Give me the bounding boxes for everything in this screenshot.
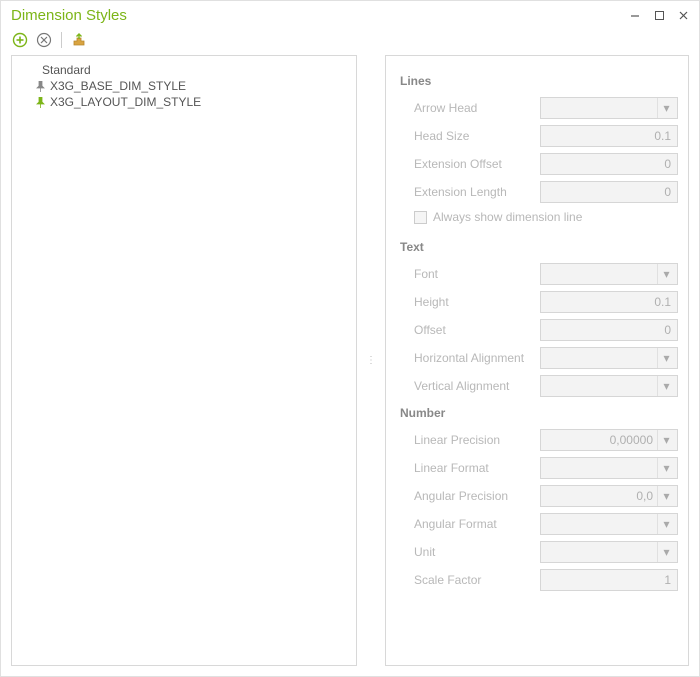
prop-angular-precision: Angular Precision 0,0▾ xyxy=(396,482,678,510)
extension-length-field[interactable]: 0 xyxy=(540,181,678,203)
prop-label: Linear Format xyxy=(414,461,532,475)
chevron-down-icon: ▾ xyxy=(657,542,675,562)
prop-label: Extension Offset xyxy=(414,157,532,171)
close-button[interactable] xyxy=(679,11,689,21)
delete-button[interactable] xyxy=(35,31,53,49)
h-align-dropdown[interactable]: ▾ xyxy=(540,347,678,369)
window-title: Dimension Styles xyxy=(11,7,127,24)
prop-label: Unit xyxy=(414,545,532,559)
always-show-checkbox[interactable] xyxy=(414,211,427,224)
prop-label: Vertical Alignment xyxy=(414,379,532,393)
prop-extension-length: Extension Length 0 xyxy=(396,178,678,206)
extension-offset-field[interactable]: 0 xyxy=(540,153,678,175)
pin-icon xyxy=(34,96,46,108)
section-header-text: Text xyxy=(396,234,678,260)
maximize-button[interactable] xyxy=(655,11,665,21)
scale-factor-field[interactable]: 1 xyxy=(540,569,678,591)
prop-label: Angular Format xyxy=(414,517,532,531)
prop-label: Horizontal Alignment xyxy=(414,351,532,365)
height-field[interactable]: 0.1 xyxy=(540,291,678,313)
prop-height: Height 0.1 xyxy=(396,288,678,316)
prop-extension-offset: Extension Offset 0 xyxy=(396,150,678,178)
add-button[interactable] xyxy=(11,31,29,49)
angular-precision-dropdown[interactable]: 0,0▾ xyxy=(540,485,678,507)
chevron-down-icon: ▾ xyxy=(657,348,675,368)
linear-precision-dropdown[interactable]: 0,00000▾ xyxy=(540,429,678,451)
prop-label: Head Size xyxy=(414,129,532,143)
properties-panel: Lines Arrow Head ▾ Head Size 0.1 Extensi… xyxy=(385,55,689,666)
prop-label: Scale Factor xyxy=(414,573,532,587)
prop-offset: Offset 0 xyxy=(396,316,678,344)
prop-head-size: Head Size 0.1 xyxy=(396,122,678,150)
chevron-down-icon: ▾ xyxy=(657,514,675,534)
prop-label: Height xyxy=(414,295,532,309)
tree-item-base-dim-style[interactable]: X3G_BASE_DIM_STYLE xyxy=(12,78,356,94)
tree-item-label: X3G_BASE_DIM_STYLE xyxy=(50,79,186,93)
prop-label: Angular Precision xyxy=(414,489,532,503)
prop-angular-format: Angular Format ▾ xyxy=(396,510,678,538)
linear-format-dropdown[interactable]: ▾ xyxy=(540,457,678,479)
prop-v-align: Vertical Alignment ▾ xyxy=(396,372,678,400)
styles-tree-panel: Standard X3G_BASE_DIM_STYLE X3G_LAYOUT_D… xyxy=(11,55,357,666)
prop-label: Extension Length xyxy=(414,185,532,199)
panel-splitter[interactable]: ⋮ xyxy=(369,55,373,666)
pin-icon xyxy=(34,80,46,92)
minimize-button[interactable] xyxy=(631,11,641,21)
prop-label: Font xyxy=(414,267,532,281)
prop-linear-format: Linear Format ▾ xyxy=(396,454,678,482)
unit-dropdown[interactable]: ▾ xyxy=(540,541,678,563)
window-controls xyxy=(631,11,689,21)
prop-h-align: Horizontal Alignment ▾ xyxy=(396,344,678,372)
tree-root-standard[interactable]: Standard xyxy=(12,62,356,78)
prop-scale-factor: Scale Factor 1 xyxy=(396,566,678,594)
angular-format-dropdown[interactable]: ▾ xyxy=(540,513,678,535)
prop-unit: Unit ▾ xyxy=(396,538,678,566)
toolbar-separator xyxy=(61,32,62,48)
section-header-number: Number xyxy=(396,400,678,426)
tree-item-label: X3G_LAYOUT_DIM_STYLE xyxy=(50,95,201,109)
prop-always-show: Always show dimension line xyxy=(396,206,678,234)
content-area: Standard X3G_BASE_DIM_STYLE X3G_LAYOUT_D… xyxy=(1,55,699,676)
import-button[interactable] xyxy=(70,31,88,49)
prop-linear-precision: Linear Precision 0,00000▾ xyxy=(396,426,678,454)
chevron-down-icon: ▾ xyxy=(657,430,675,450)
prop-font: Font ▾ xyxy=(396,260,678,288)
head-size-field[interactable]: 0.1 xyxy=(540,125,678,147)
prop-label: Linear Precision xyxy=(414,433,532,447)
prop-label: Arrow Head xyxy=(414,101,532,115)
prop-arrow-head: Arrow Head ▾ xyxy=(396,94,678,122)
chevron-down-icon: ▾ xyxy=(657,458,675,478)
arrow-head-dropdown[interactable]: ▾ xyxy=(540,97,678,119)
chevron-down-icon: ▾ xyxy=(657,376,675,396)
dimension-styles-window: Dimension Styles Standard X3G_BASE_DIM_S… xyxy=(0,0,700,677)
tree-item-layout-dim-style[interactable]: X3G_LAYOUT_DIM_STYLE xyxy=(12,94,356,110)
toolbar xyxy=(1,28,699,55)
checkbox-label: Always show dimension line xyxy=(433,210,582,224)
chevron-down-icon: ▾ xyxy=(657,264,675,284)
tree-root-label: Standard xyxy=(42,63,91,77)
prop-label: Offset xyxy=(414,323,532,337)
offset-field[interactable]: 0 xyxy=(540,319,678,341)
chevron-down-icon: ▾ xyxy=(657,98,675,118)
chevron-down-icon: ▾ xyxy=(657,486,675,506)
font-dropdown[interactable]: ▾ xyxy=(540,263,678,285)
section-header-lines: Lines xyxy=(396,68,678,94)
v-align-dropdown[interactable]: ▾ xyxy=(540,375,678,397)
titlebar: Dimension Styles xyxy=(1,1,699,28)
